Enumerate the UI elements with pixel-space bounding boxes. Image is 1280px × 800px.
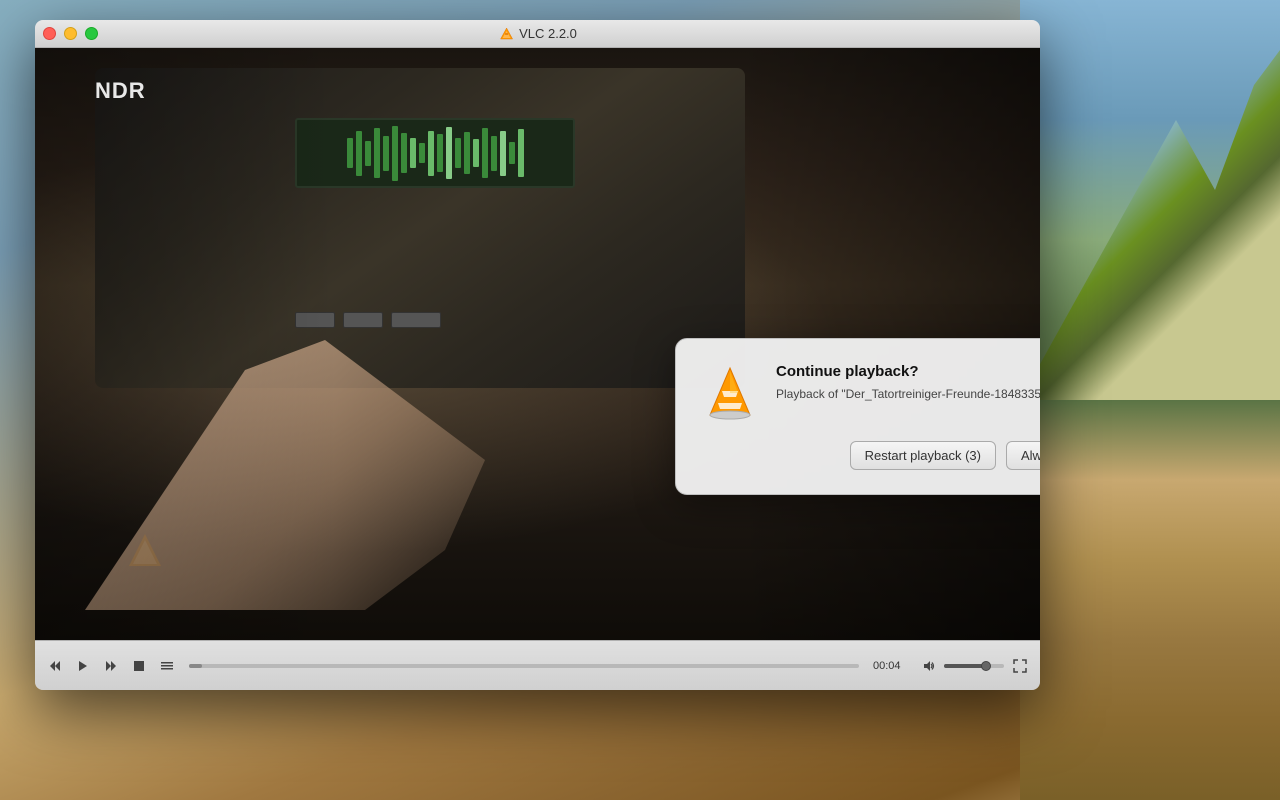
dialog-vlc-icon xyxy=(700,363,760,423)
window-title: VLC 2.2.0 xyxy=(498,26,577,42)
playlist-icon xyxy=(160,659,174,673)
ndr-watermark: NDR xyxy=(95,78,146,104)
volume-icon xyxy=(922,659,936,673)
always-continue-button[interactable]: Always continue xyxy=(1006,441,1040,470)
vlc-window: VLC 2.2.0 xyxy=(35,20,1040,690)
fast-forward-button[interactable] xyxy=(99,654,123,678)
fast-forward-icon xyxy=(104,659,118,673)
volume-bar[interactable] xyxy=(944,664,1004,668)
rewind-icon xyxy=(48,659,62,673)
dialog-content: Continue playback? Playback of "Der_Tato… xyxy=(700,363,1040,423)
maximize-button[interactable] xyxy=(85,27,98,40)
title-bar: VLC 2.2.0 xyxy=(35,20,1040,48)
stop-button[interactable] xyxy=(127,654,151,678)
player-controls: 00:04 xyxy=(35,640,1040,690)
stop-icon xyxy=(132,659,146,673)
time-display: 00:04 xyxy=(873,660,909,672)
playlist-button[interactable] xyxy=(155,654,179,678)
dialog-title: Continue playback? xyxy=(776,363,1040,380)
traffic-lights xyxy=(43,27,98,40)
dialog-text: Continue playback? Playback of "Der_Tato… xyxy=(776,363,1040,403)
progress-bar-fill xyxy=(189,664,202,668)
play-icon xyxy=(76,659,90,673)
progress-bar[interactable] xyxy=(189,664,859,668)
minimize-button[interactable] xyxy=(64,27,77,40)
volume-container xyxy=(917,654,1004,678)
volume-knob xyxy=(981,661,991,671)
close-button[interactable] xyxy=(43,27,56,40)
dialog-message: Playback of "Der_Tatortreiniger-Freunde-… xyxy=(776,386,1040,403)
volume-button[interactable] xyxy=(917,654,941,678)
fullscreen-icon xyxy=(1013,659,1027,673)
fullscreen-button[interactable] xyxy=(1008,654,1032,678)
desktop-mountains xyxy=(1020,0,1280,800)
dialog-buttons: Restart playback (3) Always continue Con… xyxy=(700,441,1040,470)
play-button[interactable] xyxy=(71,654,95,678)
vlc-watermark xyxy=(125,530,165,580)
rewind-button[interactable] xyxy=(43,654,67,678)
video-area[interactable]: NDR xyxy=(35,48,1040,640)
restart-playback-button[interactable]: Restart playback (3) xyxy=(850,441,996,470)
dialog-box: Continue playback? Playback of "Der_Tato… xyxy=(675,338,1040,495)
vlc-title-icon xyxy=(498,26,514,42)
